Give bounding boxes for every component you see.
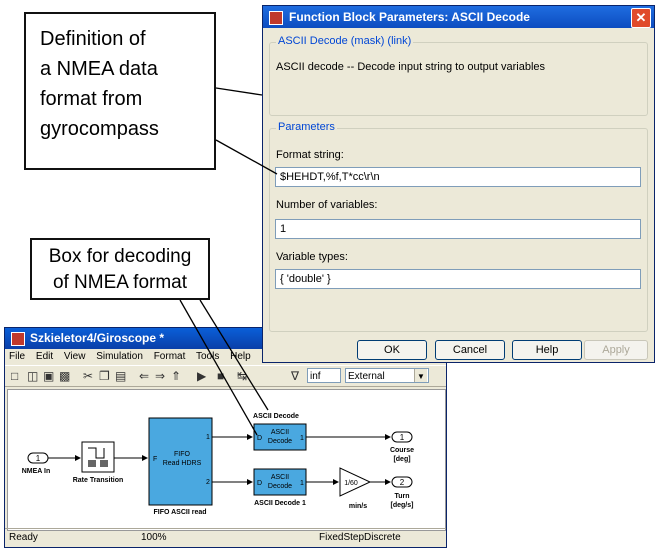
mask-description: ASCII decode -- Decode input string to o… — [276, 61, 546, 73]
fifo-title: FIFO — [174, 451, 190, 458]
status-ready: Ready — [9, 532, 38, 543]
rate-transition-icon — [100, 460, 108, 467]
up-icon[interactable]: ⇑ — [171, 369, 181, 383]
menu-help[interactable]: Help — [230, 351, 251, 362]
ascii-decode-label: ASCII Decode — [253, 413, 299, 420]
model-statusbar: Ready 100% FixedStepDiscrete — [5, 528, 446, 547]
decode-input-port: D — [257, 480, 262, 487]
simulink-app-icon — [269, 10, 283, 25]
decode-title: Decode — [268, 438, 292, 445]
outport-label: Turn — [394, 493, 409, 500]
callout-line: Definition of — [40, 28, 146, 50]
stop-icon[interactable]: ■ — [217, 369, 224, 383]
number-of-variables-label: Number of variables: — [276, 199, 378, 211]
decode-title: ASCII — [271, 429, 289, 436]
callout-line: a NMEA data — [40, 58, 158, 80]
model-title: Szkieletor4/Giroscope * — [30, 331, 165, 345]
block-diagram: 1 NMEA In Rate Transition F FIFO Read HD… — [22, 413, 414, 516]
gain-label: min/s — [349, 503, 367, 510]
fifo-title: Read HDRS — [163, 460, 202, 467]
decode-input-port: D — [257, 435, 262, 442]
filter-icon[interactable]: ∇ — [291, 369, 299, 383]
callout-line: gyrocompass — [40, 118, 159, 140]
rate-transition-block[interactable] — [81, 441, 115, 473]
chevron-down-icon[interactable]: ▼ — [414, 369, 427, 382]
save-icon[interactable]: ▣ — [43, 369, 54, 383]
model-toolbar: □ ◫ ▣ ▩ ✂ ❐ ▤ ⇐ ⇒ ⇑ ▶ ■ ↹ ∇ inf External… — [5, 365, 446, 387]
rate-transition-icon — [88, 460, 96, 467]
dialog-title: Function Block Parameters: ASCII Decode — [289, 10, 530, 24]
mask-group-label: ASCII Decode (mask) (link) — [276, 35, 414, 47]
outport-number: 1 — [400, 433, 405, 442]
format-string-label: Format string: — [276, 149, 344, 161]
menu-file[interactable]: File — [9, 351, 25, 362]
connect-icon[interactable]: ↹ — [237, 369, 247, 383]
outport-label: [deg/s] — [391, 502, 414, 509]
open-folder-icon[interactable]: ◫ — [27, 369, 38, 383]
callout-format-definition: Definition of a NMEA data format from gy… — [24, 12, 216, 170]
copy-icon[interactable]: ❐ — [99, 369, 110, 383]
ok-button[interactable]: OK — [357, 340, 427, 360]
menu-simulation[interactable]: Simulation — [96, 351, 143, 362]
fifo-port-2: 2 — [206, 479, 210, 486]
simulink-app-icon — [11, 331, 25, 346]
parameters-group-label: Parameters — [276, 121, 337, 133]
print-icon[interactable]: ▩ — [59, 369, 70, 383]
decode-output-port: 1 — [300, 480, 304, 487]
start-icon[interactable]: ▶ — [197, 369, 206, 383]
menu-view[interactable]: View — [64, 351, 86, 362]
model-canvas[interactable]: 1 NMEA In Rate Transition F FIFO Read HD… — [7, 389, 446, 531]
undo-icon[interactable]: ⇐ — [139, 369, 149, 383]
redo-icon[interactable]: ⇒ — [155, 369, 165, 383]
function-block-parameters-dialog: Function Block Parameters: ASCII Decode … — [262, 5, 655, 363]
gain-value: 1/60 — [344, 480, 358, 487]
close-icon[interactable]: ✕ — [631, 8, 651, 28]
dialog-titlebar[interactable]: Function Block Parameters: ASCII Decode … — [263, 6, 654, 28]
rate-transition-label: Rate Transition — [73, 477, 124, 484]
fifo-port-1: 1 — [206, 434, 210, 441]
fifo-block-label: FIFO ASCII read — [153, 509, 206, 516]
apply-button[interactable]: Apply — [584, 340, 648, 360]
menu-format[interactable]: Format — [154, 351, 186, 362]
variable-types-input[interactable]: { 'double' } — [275, 269, 641, 289]
callout-line: format from — [40, 88, 143, 110]
inport-label: NMEA In — [22, 468, 51, 475]
decode-output-port: 1 — [300, 435, 304, 442]
callout-decoding-box: Box for decoding of NMEA format — [30, 238, 210, 300]
new-file-icon[interactable]: □ — [11, 369, 18, 383]
inport-number: 1 — [36, 454, 41, 463]
simulation-mode-value: External — [348, 371, 385, 382]
mask-groupbox: ASCII Decode (mask) (link) ASCII decode … — [269, 35, 648, 116]
ascii-decode-1-label: ASCII Decode 1 — [254, 500, 306, 507]
status-zoom: 100% — [141, 532, 167, 543]
stop-time-input[interactable]: inf — [307, 368, 341, 383]
menu-tools[interactable]: Tools — [196, 351, 219, 362]
callout-line: of NMEA format — [52, 272, 188, 293]
help-button[interactable]: Help — [512, 340, 582, 360]
menu-edit[interactable]: Edit — [36, 351, 53, 362]
cut-icon[interactable]: ✂ — [83, 369, 93, 383]
number-of-variables-input[interactable]: 1 — [275, 219, 641, 239]
callout-pointer-line — [215, 87, 263, 96]
callout-line: Box for decoding — [48, 246, 192, 267]
paste-icon[interactable]: ▤ — [115, 369, 126, 383]
variable-types-label: Variable types: — [276, 251, 348, 263]
fifo-input-port: F — [153, 456, 157, 463]
outport-number: 2 — [400, 478, 405, 487]
status-solver: FixedStepDiscrete — [319, 532, 401, 543]
decode-title: ASCII — [271, 474, 289, 481]
decode-title: Decode — [268, 483, 292, 490]
outport-label: [deg] — [393, 456, 410, 463]
format-string-input[interactable]: $HEHDT,%f,T*cc\r\n — [275, 167, 641, 187]
cancel-button[interactable]: Cancel — [435, 340, 505, 360]
simulation-mode-select[interactable]: External ▼ — [345, 368, 429, 383]
outport-label: Course — [390, 447, 414, 454]
